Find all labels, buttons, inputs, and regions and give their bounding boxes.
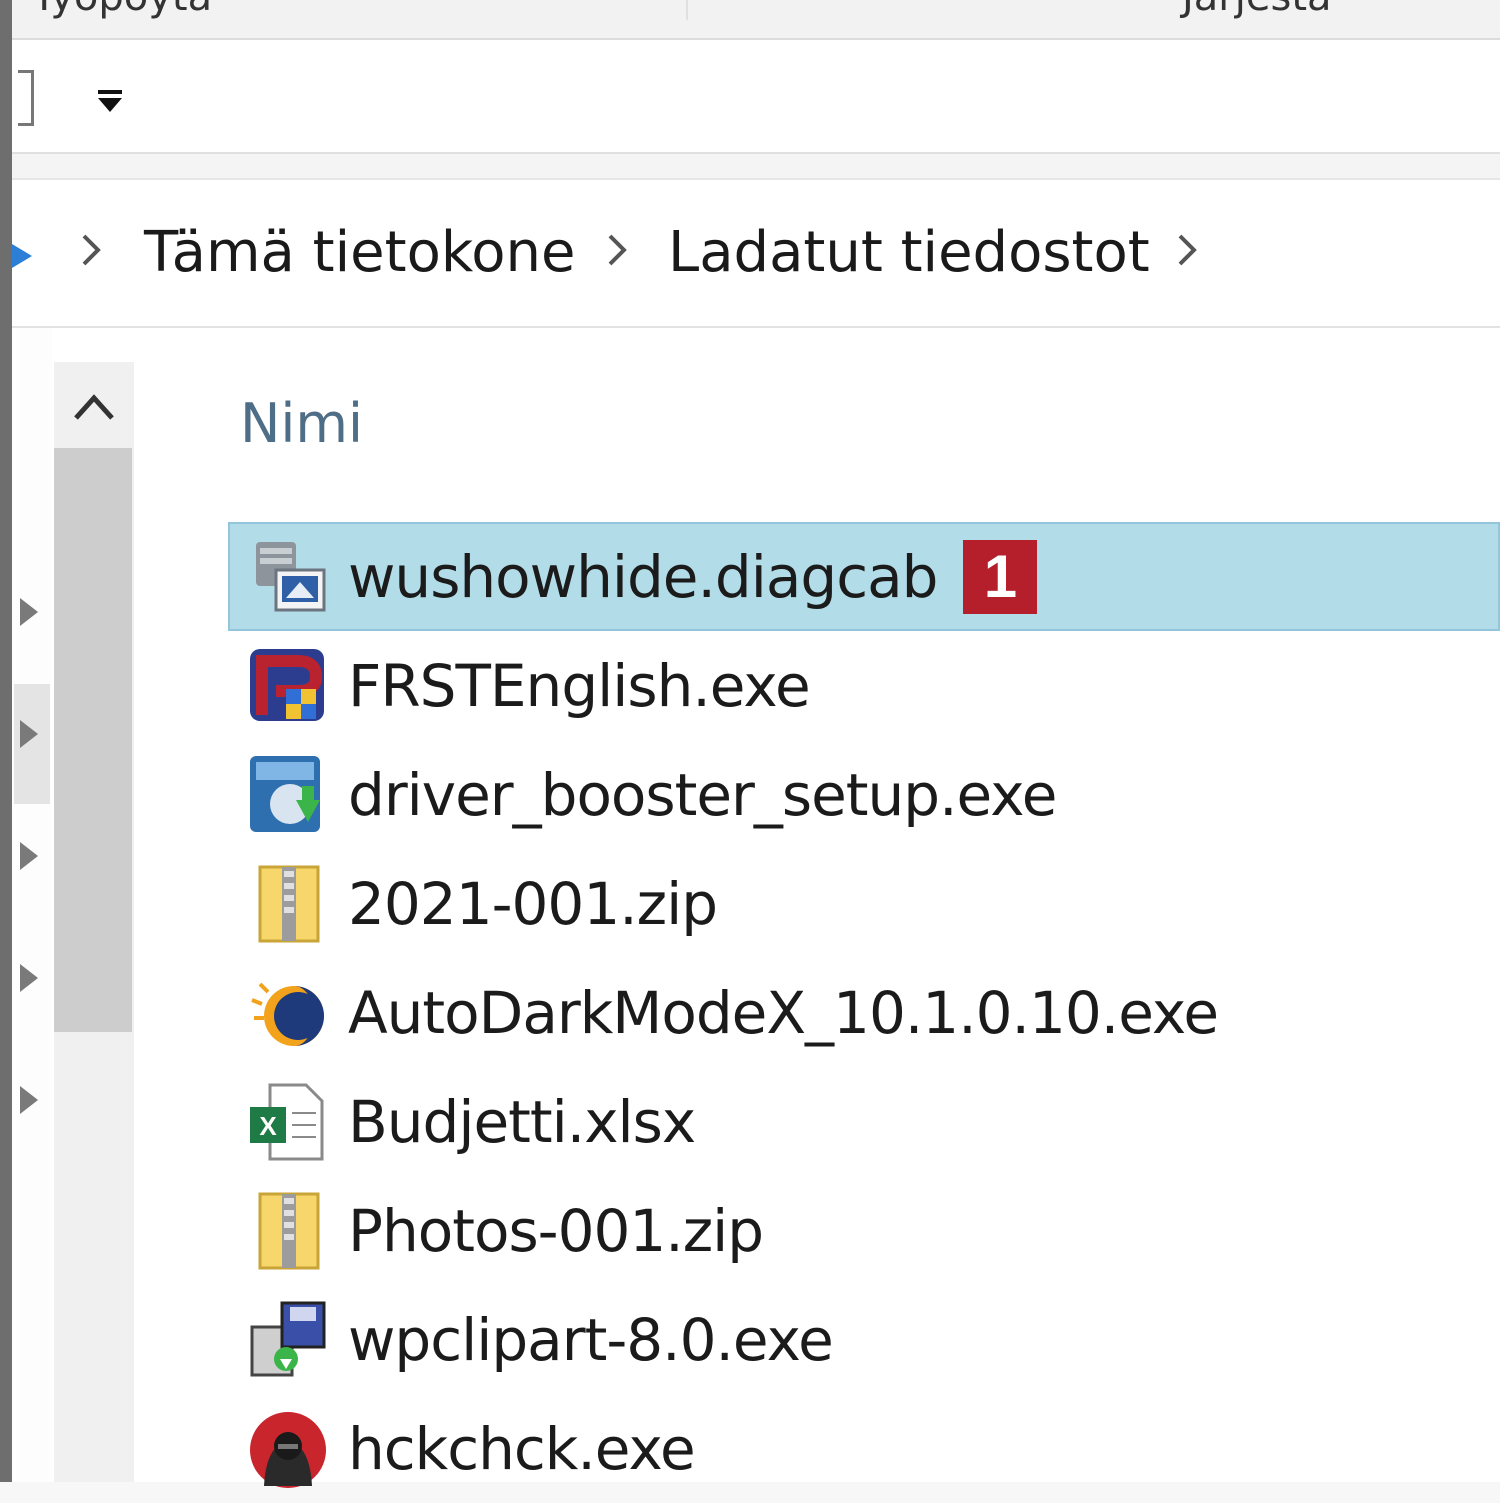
properties-icon[interactable]: [18, 70, 34, 126]
installer-icon: [250, 1301, 326, 1376]
scroll-up-arrow-icon[interactable]: [54, 362, 134, 448]
svg-text:X: X: [259, 1111, 277, 1141]
file-row-frst[interactable]: FRSTEnglish.exe: [228, 631, 1500, 740]
ribbon-tabs-partial: Työpöytä Järjestä: [12, 0, 1500, 40]
file-row-wushowhide[interactable]: wushowhide.diagcab 1: [228, 522, 1500, 631]
file-pane: Nimi wushowhide.diagcab 1 FRSTEnglish.ex…: [12, 328, 1500, 1488]
file-row-driver-booster[interactable]: driver_booster_setup.exe: [228, 740, 1500, 849]
diagcab-icon: [256, 541, 326, 611]
quick-access-toolbar: [12, 40, 1500, 154]
expand-chevron-icon[interactable]: [18, 1082, 40, 1118]
file-name: wpclipart-8.0.exe: [348, 1305, 834, 1374]
file-row-autodarkmode[interactable]: AutoDarkModeX_10.1.0.10.exe: [228, 958, 1500, 1067]
window-left-edge: [0, 0, 12, 1482]
zip-folder-icon: [258, 1192, 320, 1269]
ribbon-collapsed-band: [12, 154, 1500, 180]
address-bar[interactable]: Tämä tietokone Ladatut tiedostot: [12, 180, 1500, 328]
location-icon: [12, 244, 32, 268]
file-name: AutoDarkModeX_10.1.0.10.exe: [348, 978, 1219, 1047]
autodarkmode-icon: [251, 982, 324, 1046]
file-name: Photos-001.zip: [348, 1196, 764, 1265]
file-name: driver_booster_setup.exe: [348, 760, 1057, 829]
file-name: FRSTEnglish.exe: [348, 651, 811, 720]
file-name: hckchck.exe: [348, 1414, 696, 1483]
chevron-right-icon[interactable]: [76, 230, 104, 270]
file-name: Budjetti.xlsx: [348, 1087, 696, 1156]
ribbon-label-left: Työpöytä: [32, 0, 212, 20]
column-header-name[interactable]: Nimi: [240, 392, 363, 455]
file-row-wpclipart[interactable]: wpclipart-8.0.exe: [228, 1285, 1500, 1394]
ribbon-separator: [686, 0, 688, 20]
zip-folder-icon: [258, 865, 320, 942]
expand-chevron-icon[interactable]: [18, 960, 40, 996]
file-row-2021-001-zip[interactable]: 2021-001.zip: [228, 849, 1500, 958]
breadcrumb-this-pc[interactable]: Tämä tietokone: [144, 220, 575, 285]
navigation-pane-partial: [12, 328, 52, 1482]
ribbon-label-right: Järjestä: [1182, 0, 1332, 20]
excel-icon: X: [250, 1083, 324, 1160]
file-name: wushowhide.diagcab: [348, 542, 938, 611]
chevron-right-icon[interactable]: [602, 230, 630, 270]
nav-scrollbar[interactable]: [54, 362, 134, 1482]
breadcrumb-downloads[interactable]: Ladatut tiedostot: [668, 220, 1150, 285]
expand-chevron-icon[interactable]: [18, 594, 40, 630]
file-list: wushowhide.diagcab 1 FRSTEnglish.exe dri…: [228, 522, 1500, 1503]
file-row-budjetti[interactable]: X Budjetti.xlsx: [228, 1067, 1500, 1176]
expand-chevron-icon[interactable]: [18, 716, 40, 752]
file-name: 2021-001.zip: [348, 869, 718, 938]
chevron-right-icon[interactable]: [1172, 230, 1200, 270]
file-row-hckchck[interactable]: hckchck.exe: [228, 1394, 1500, 1503]
customize-toolbar-dropdown-icon[interactable]: [92, 82, 128, 118]
hacker-icon: [250, 1411, 326, 1488]
file-row-photos-zip[interactable]: Photos-001.zip: [228, 1176, 1500, 1285]
expand-chevron-icon[interactable]: [18, 838, 40, 874]
step-badge: 1: [963, 539, 1038, 614]
scrollbar-thumb[interactable]: [54, 448, 132, 1032]
driver-booster-icon: [250, 755, 320, 832]
frst-icon: [250, 648, 324, 721]
